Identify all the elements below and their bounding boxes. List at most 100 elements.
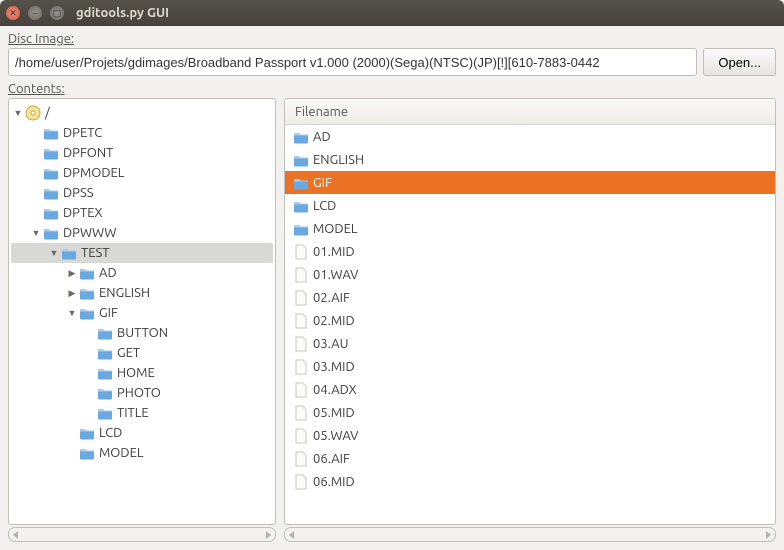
folder-icon [43,185,59,201]
tree-item-label: TEST [81,246,110,260]
folder-icon [97,405,113,421]
file-row[interactable]: 03.MID [285,355,775,378]
tree-item[interactable]: ▼ TEST [11,243,273,263]
folder-icon [61,245,77,261]
tree-item[interactable]: ▶TITLE [11,403,273,423]
file-row[interactable]: 03.AU [285,332,775,355]
file-row[interactable]: GIF [285,171,775,194]
tree-item-label: LCD [99,426,122,440]
file-row-label: 03.MID [313,360,355,374]
folder-icon [293,175,309,191]
tree-item-label: MODEL [99,446,143,460]
file-icon [293,313,309,329]
file-row-label: 02.MID [313,314,355,328]
tree-item[interactable]: ▼ GIF [11,303,273,323]
tree-item-label: GET [117,346,140,360]
file-row-label: LCD [313,199,336,213]
tree-item-label: GIF [99,306,118,320]
folder-icon [293,198,309,214]
tree-item[interactable]: ▼/ [11,103,273,123]
tree-item[interactable]: ▶HOME [11,363,273,383]
folder-icon [79,285,95,301]
folder-icon [79,265,95,281]
file-row-label: 01.MID [313,245,355,259]
titlebar: ✕ – ▢ gditools.py GUI [0,0,784,26]
tree-item-label: DPTEX [63,206,103,220]
file-row-label: MODEL [313,222,357,236]
window-maximize-button[interactable]: ▢ [50,6,64,20]
expander-icon[interactable]: ▼ [11,108,25,118]
expander-icon[interactable]: ▼ [47,248,61,258]
file-row-label: GIF [313,176,332,190]
tree-item-label: / [45,106,50,120]
file-row[interactable]: ENGLISH [285,148,775,171]
file-row[interactable]: 05.MID [285,401,775,424]
file-row-label: 03.AU [313,337,349,351]
disc-image-path-input[interactable] [8,48,697,76]
folder-icon [43,145,59,161]
tree-item[interactable]: ▶BUTTON [11,323,273,343]
file-list-header[interactable]: Filename [285,99,775,125]
app-body: Disc Image: Open... Contents: ▼/▶DPETC▶D… [0,26,784,550]
contents-label: Contents: [8,82,776,96]
file-row[interactable]: MODEL [285,217,775,240]
window-title: gditools.py GUI [76,6,169,20]
file-row[interactable]: AD [285,125,775,148]
file-row[interactable]: 06.AIF [285,447,775,470]
folder-icon [97,325,113,341]
file-icon [293,382,309,398]
folder-icon [293,152,309,168]
expander-icon[interactable]: ▼ [65,308,79,318]
tree-item[interactable]: ▶PHOTO [11,383,273,403]
file-row-label: 01.WAV [313,268,358,282]
folder-icon [79,425,95,441]
tree-horizontal-scrollbar[interactable] [8,527,276,542]
tree-item-label: ENGLISH [99,286,150,300]
tree-item[interactable]: ▶LCD [11,423,273,443]
file-icon [293,405,309,421]
open-button[interactable]: Open... [703,48,776,76]
folder-icon [43,125,59,141]
tree-item-label: DPMODEL [63,166,124,180]
file-row[interactable]: 02.MID [285,309,775,332]
tree-item[interactable]: ▶DPETC [11,123,273,143]
tree-item[interactable]: ▶DPFONT [11,143,273,163]
file-row[interactable]: 05.WAV [285,424,775,447]
tree-item[interactable]: ▶DPMODEL [11,163,273,183]
window-close-button[interactable]: ✕ [6,6,20,20]
file-row[interactable]: 01.WAV [285,263,775,286]
file-icon [293,336,309,352]
tree-item-label: TITLE [117,406,149,420]
file-list[interactable]: Filename ADENGLISH GIF LCD MODEL 01.MID 01.WA… [284,98,776,525]
directory-tree[interactable]: ▼/▶DPETC▶DPFONT▶DPMODEL▶DPSS▶DPTEX▼DPWWW… [8,98,276,525]
tree-item-label: DPETC [63,126,102,140]
file-icon [293,474,309,490]
file-row-label: 06.MID [313,475,355,489]
file-row-label: 05.MID [313,406,355,420]
tree-item[interactable]: ▶DPTEX [11,203,273,223]
tree-item[interactable]: ▶GET [11,343,273,363]
tree-item[interactable]: ▶AD [11,263,273,283]
tree-item[interactable]: ▶ ENGLISH [11,283,273,303]
filelist-horizontal-scrollbar[interactable] [284,527,776,542]
file-icon [293,244,309,260]
file-row-label: 04.ADX [313,383,357,397]
tree-item[interactable]: ▶MODEL [11,443,273,463]
expander-icon[interactable]: ▶ [65,268,79,279]
window-minimize-button[interactable]: – [28,6,42,20]
tree-item[interactable]: ▶DPSS [11,183,273,203]
file-row[interactable]: 01.MID [285,240,775,263]
file-row[interactable]: 04.ADX [285,378,775,401]
file-row[interactable]: LCD [285,194,775,217]
folder-icon [97,365,113,381]
expander-icon[interactable]: ▶ [65,288,79,299]
tree-item-label: DPFONT [63,146,113,160]
expander-icon[interactable]: ▼ [29,228,43,238]
file-row[interactable]: 02.AIF [285,286,775,309]
file-icon [293,267,309,283]
tree-item-label: DPWWW [63,226,116,240]
file-row-label: 06.AIF [313,452,350,466]
tree-item[interactable]: ▼ DPWWW [11,223,273,243]
disc-image-label: Disc Image: [8,32,776,46]
file-row[interactable]: 06.MID [285,470,775,493]
